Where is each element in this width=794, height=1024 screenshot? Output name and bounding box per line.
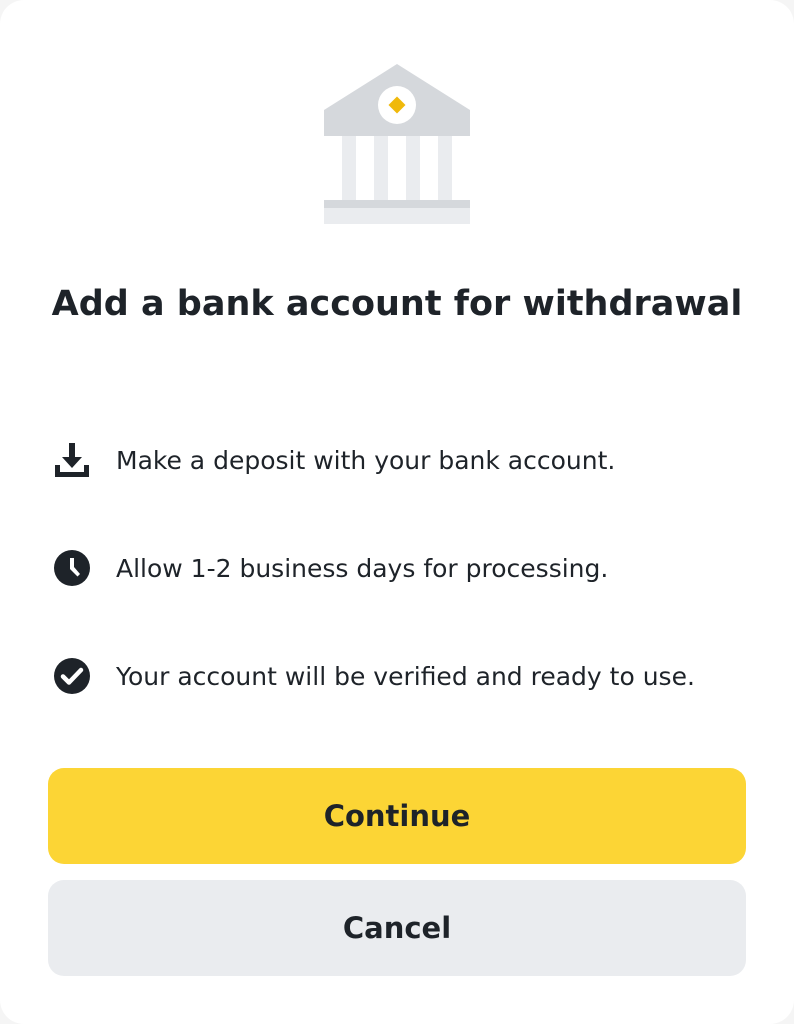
- step-item: Your account will be verified and ready …: [52, 652, 752, 700]
- step-item: Allow 1-2 business days for processing.: [52, 544, 752, 592]
- step-item: Make a deposit with your bank account.: [52, 436, 752, 484]
- continue-button[interactable]: Continue: [48, 768, 746, 864]
- cancel-button[interactable]: Cancel: [48, 880, 746, 976]
- check-circle-icon: [52, 656, 92, 696]
- step-text: Make a deposit with your bank account.: [116, 445, 616, 475]
- bank-icon: [324, 64, 470, 224]
- clock-icon: [52, 548, 92, 588]
- step-text: Your account will be verified and ready …: [116, 661, 695, 691]
- download-icon: [52, 440, 92, 480]
- dialog-title: Add a bank account for withdrawal: [51, 284, 743, 324]
- steps-list: Make a deposit with your bank account. A…: [52, 436, 752, 760]
- step-text: Allow 1-2 business days for processing.: [116, 553, 609, 583]
- add-bank-account-dialog: Add a bank account for withdrawal Make a…: [0, 0, 794, 1024]
